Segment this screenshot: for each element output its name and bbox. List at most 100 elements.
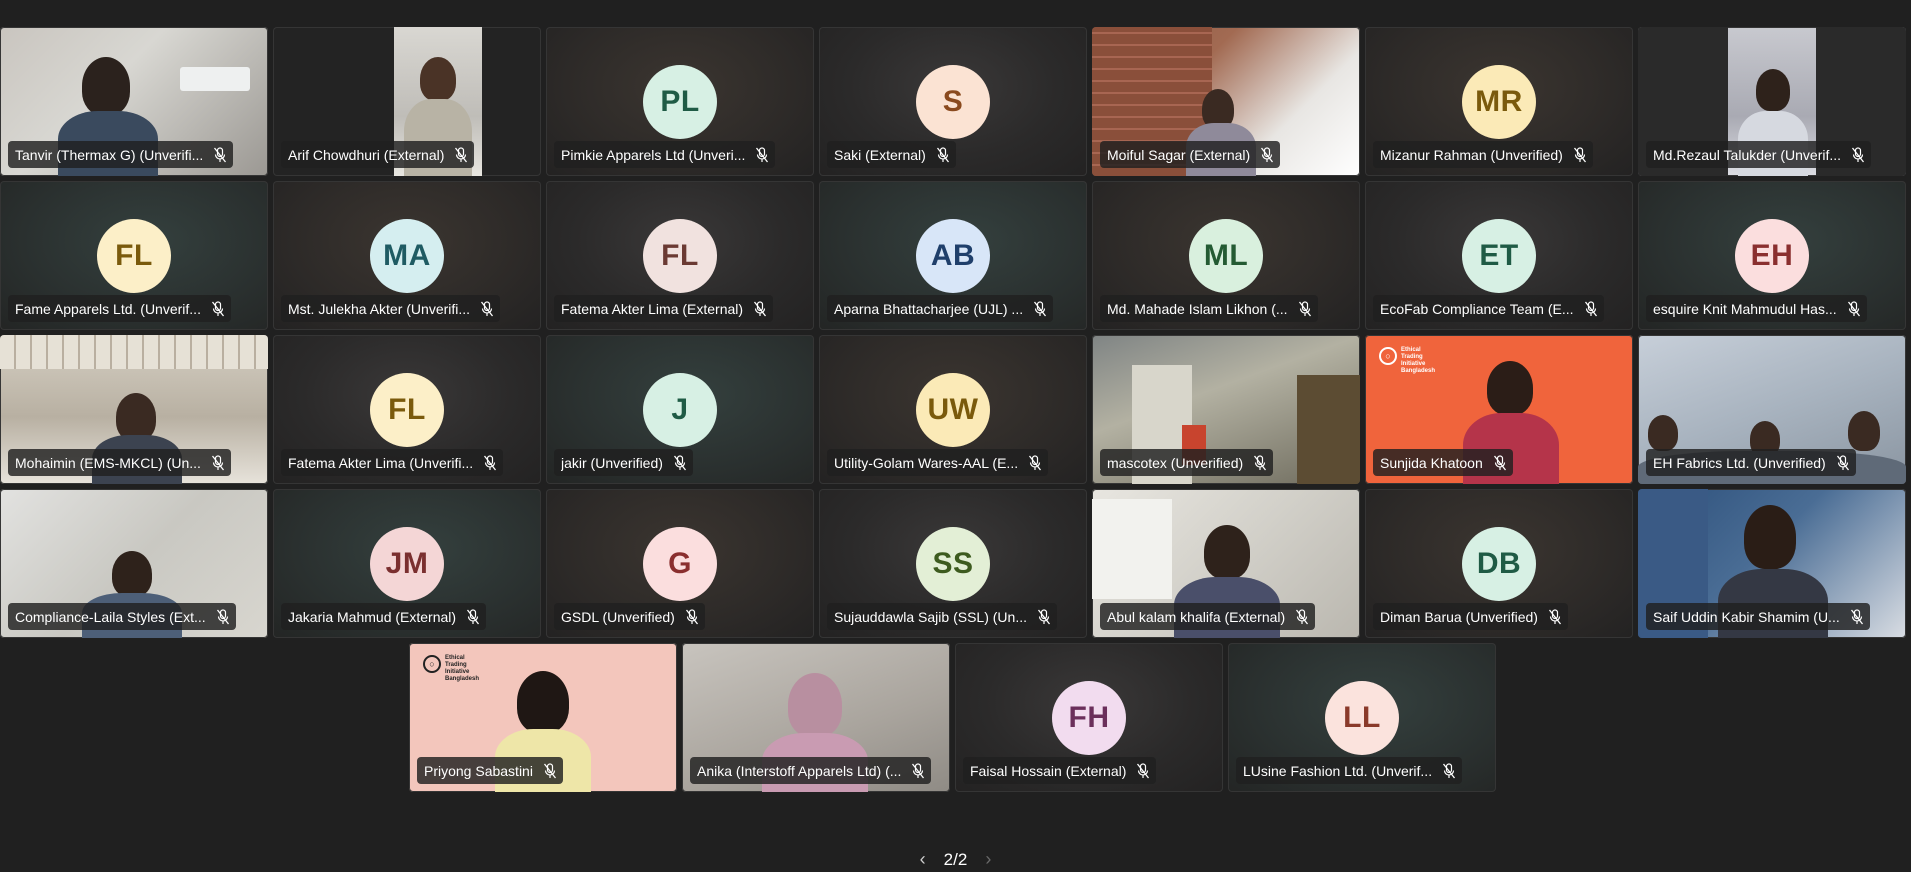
- participant-row: Tanvir (Thermax G) (Unverifi... Arif Chow…: [0, 27, 1911, 176]
- participant-name-tag: Saki (External): [827, 141, 956, 168]
- participant-grid: Tanvir (Thermax G) (Unverifi... Arif Chow…: [0, 27, 1911, 792]
- mic-off-icon: [466, 608, 480, 625]
- participant-name-tag: Faisal Hossain (External): [963, 757, 1157, 784]
- avatar-initials: JM: [370, 527, 444, 601]
- mic-off-icon: [685, 608, 699, 625]
- participant-tile[interactable]: mascotex (Unverified): [1092, 335, 1360, 484]
- participant-name-tag: EH Fabrics Ltd. (Unverified): [1646, 449, 1856, 476]
- participant-name: GSDL (Unverified): [561, 608, 675, 625]
- participant-tile[interactable]: Moiful Sagar (External): [1092, 27, 1360, 176]
- mic-off-icon: [213, 146, 227, 163]
- chevron-right-icon[interactable]: ›: [981, 849, 995, 870]
- participant-name-tag: Fatema Akter Lima (External): [554, 295, 774, 322]
- mic-off-icon: [1584, 300, 1598, 317]
- mic-off-icon: [211, 454, 225, 471]
- mic-off-icon: [454, 146, 468, 163]
- participant-tile[interactable]: Jjakir (Unverified): [546, 335, 814, 484]
- mic-off-icon: [1836, 454, 1850, 471]
- mic-off-icon: [673, 454, 687, 471]
- participant-tile[interactable]: LL LUsine Fashion Ltd. (Unverif...: [1228, 643, 1496, 792]
- participant-tile[interactable]: EH Fabrics Ltd. (Unverified): [1638, 335, 1906, 484]
- participant-name: Arif Chowdhuri (External): [288, 146, 445, 163]
- participant-tile[interactable]: Saif Uddin Kabir Shamim (U...: [1638, 489, 1906, 638]
- avatar-initials: G: [643, 527, 717, 601]
- participant-tile[interactable]: Md.Rezaul Talukder (Unverif...: [1638, 27, 1906, 176]
- participant-name-tag: Sunjida Khatoon: [1373, 449, 1513, 476]
- participant-tile[interactable]: FL Fatema Akter Lima (External): [546, 181, 814, 330]
- avatar-initials: EH: [1735, 219, 1809, 293]
- participant-tile[interactable]: FH Faisal Hossain (External): [955, 643, 1223, 792]
- page-indicator: 2/2: [943, 849, 968, 869]
- avatar-initials: FL: [97, 219, 171, 293]
- participant-tile[interactable]: Abul kalam khalifa (External): [1092, 489, 1360, 638]
- avatar-initials: J: [643, 373, 717, 447]
- participant-name: Sujauddawla Sajib (SSL) (Un...: [834, 608, 1027, 625]
- participant-name: Aparna Bhattacharjee (UJL) ...: [834, 300, 1024, 317]
- mic-off-icon: [1028, 454, 1042, 471]
- participant-row: ○ Ethical Trading Initiative Bangladesh Priyo…: [0, 643, 1911, 792]
- participant-tile[interactable]: JM Jakaria Mahmud (External): [273, 489, 541, 638]
- participant-name-tag: Abul kalam khalifa (External): [1100, 603, 1316, 630]
- participant-name: esquire Knit Mahmudul Has...: [1653, 300, 1837, 317]
- participant-name-tag: Compliance-Laila Styles (Ext...: [8, 603, 236, 630]
- participant-name: Mohaimin (EMS-MKCL) (Un...: [15, 454, 201, 471]
- participant-name: Faisal Hossain (External): [970, 762, 1127, 779]
- participant-tile[interactable]: ○ Ethical Trading Initiative Bangladesh Sunji…: [1365, 335, 1633, 484]
- participant-tile[interactable]: ML Md. Mahade Islam Likhon (...: [1092, 181, 1360, 330]
- mic-off-icon: [543, 762, 557, 779]
- participant-name: EcoFab Compliance Team (E...: [1380, 300, 1574, 317]
- participant-tile[interactable]: ○ Ethical Trading Initiative Bangladesh Priyo…: [409, 643, 677, 792]
- mic-off-icon: [483, 454, 497, 471]
- participant-name-tag: Utility-Golam Wares-AAL (E...: [827, 449, 1049, 476]
- participant-name: Fatema Akter Lima (External): [561, 300, 744, 317]
- participant-tile[interactable]: Arif Chowdhuri (External): [273, 27, 541, 176]
- participant-tile[interactable]: G GSDL (Unverified): [546, 489, 814, 638]
- eti-logo: ○ Ethical Trading Initiative Bangladesh: [423, 655, 479, 683]
- mic-off-icon: [936, 146, 950, 163]
- participant-name-tag: Saif Uddin Kabir Shamim (U...: [1646, 603, 1870, 630]
- participant-tile[interactable]: ET EcoFab Compliance Team (E...: [1365, 181, 1633, 330]
- participant-name-tag: GSDL (Unverified): [554, 603, 705, 630]
- participant-name-tag: Diman Barua (Unverified): [1373, 603, 1568, 630]
- avatar-initials: SS: [916, 527, 990, 601]
- participant-name: Saki (External): [834, 146, 926, 163]
- participant-tile[interactable]: UW Utility-Golam Wares-AAL (E...: [819, 335, 1087, 484]
- mic-off-icon: [1298, 300, 1312, 317]
- mic-off-icon: [1136, 762, 1150, 779]
- participant-tile[interactable]: Compliance-Laila Styles (Ext...: [0, 489, 268, 638]
- participant-tile[interactable]: EH esquire Knit Mahmudul Has...: [1638, 181, 1906, 330]
- avatar-initials: ML: [1189, 219, 1263, 293]
- mic-off-icon: [1295, 608, 1309, 625]
- avatar-initials: AB: [916, 219, 990, 293]
- participant-tile[interactable]: S Saki (External): [819, 27, 1087, 176]
- avatar-initials: MA: [370, 219, 444, 293]
- avatar-initials: PL: [643, 65, 717, 139]
- participant-tile[interactable]: Mohaimin (EMS-MKCL) (Un...: [0, 335, 268, 484]
- participant-name-tag: Sujauddawla Sajib (SSL) (Un...: [827, 603, 1057, 630]
- participant-name: Md. Mahade Islam Likhon (...: [1107, 300, 1288, 317]
- participant-name-tag: Pimkie Apparels Ltd (Unveri...: [554, 141, 776, 168]
- participant-tile[interactable]: FL Fatema Akter Lima (Unverifi...: [273, 335, 541, 484]
- participant-tile[interactable]: Tanvir (Thermax G) (Unverifi...: [0, 27, 268, 176]
- participant-name-tag: EcoFab Compliance Team (E...: [1373, 295, 1604, 322]
- participant-name-tag: Priyong Sabastini: [417, 757, 563, 784]
- participant-tile[interactable]: FL Fame Apparels Ltd. (Unverif...: [0, 181, 268, 330]
- mic-off-icon: [211, 300, 225, 317]
- participant-name: Mizanur Rahman (Unverified): [1380, 146, 1563, 163]
- participant-tile[interactable]: SS Sujauddawla Sajib (SSL) (Un...: [819, 489, 1087, 638]
- participant-name-tag: LUsine Fashion Ltd. (Unverif...: [1236, 757, 1463, 784]
- mic-off-icon: [216, 608, 230, 625]
- participant-tile[interactable]: MA Mst. Julekha Akter (Unverifi...: [273, 181, 541, 330]
- participant-tile[interactable]: AB Aparna Bhattacharjee (UJL) ...: [819, 181, 1087, 330]
- participant-tile[interactable]: DB Diman Barua (Unverified): [1365, 489, 1633, 638]
- participant-tile[interactable]: PL Pimkie Apparels Ltd (Unveri...: [546, 27, 814, 176]
- participant-name: EH Fabrics Ltd. (Unverified): [1653, 454, 1826, 471]
- participant-tile[interactable]: Anika (Interstoff Apparels Ltd) (...: [682, 643, 950, 792]
- participant-tile[interactable]: MR Mizanur Rahman (Unverified): [1365, 27, 1633, 176]
- participant-name-tag: esquire Knit Mahmudul Has...: [1646, 295, 1867, 322]
- chevron-left-icon[interactable]: ‹: [916, 849, 930, 870]
- participant-name: Moiful Sagar (External): [1107, 146, 1251, 163]
- participant-name: Md.Rezaul Talukder (Unverif...: [1653, 146, 1842, 163]
- mic-off-icon: [911, 762, 925, 779]
- participant-name: Sunjida Khatoon: [1380, 454, 1483, 471]
